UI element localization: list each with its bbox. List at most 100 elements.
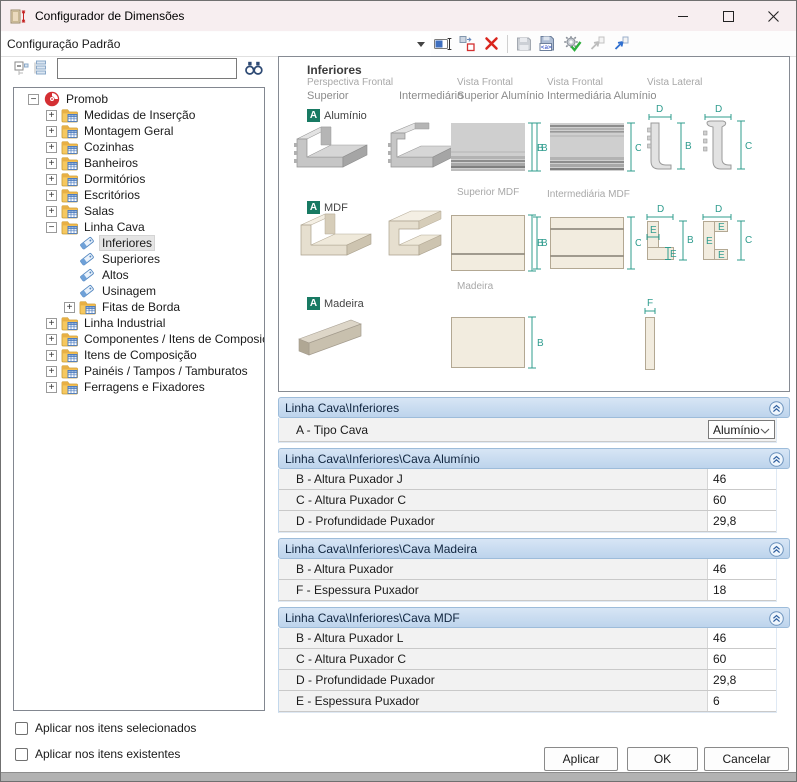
tree-expander-plus[interactable]: + (46, 126, 57, 137)
dim-letter: E (718, 222, 725, 233)
tree-expander-plus[interactable]: + (46, 350, 57, 361)
import-button-disabled[interactable] (584, 32, 608, 56)
tree-item[interactable]: Inferiores (14, 235, 264, 251)
delete-configuration-button[interactable] (479, 32, 503, 56)
promob-icon (42, 91, 61, 107)
property-value-field[interactable]: 60 (707, 649, 776, 669)
section-header[interactable]: Linha Cava\Inferiores\Cava MDF (278, 607, 790, 628)
collapse-all-button[interactable] (13, 58, 31, 78)
tree-expander-plus[interactable]: + (46, 366, 57, 377)
section-header[interactable]: Linha Cava\Inferiores\Cava Madeira (278, 538, 790, 559)
tree-item[interactable]: +Ferragens e Fixadores (14, 379, 264, 395)
property-value-field[interactable]: 18 (707, 580, 776, 600)
apply-configuration-button[interactable] (560, 32, 584, 56)
property-value-field[interactable]: 46 (707, 628, 776, 648)
tree-item[interactable]: Altos (14, 267, 264, 283)
tree-item[interactable]: + Salas (14, 203, 264, 219)
tipo-cava-select[interactable]: Alumínio (708, 420, 775, 439)
save-xml-button[interactable]: <a> (536, 32, 560, 56)
tag-icon (78, 235, 97, 251)
tree-expander-plus[interactable]: + (46, 190, 57, 201)
tree-item-label: Salas (82, 204, 116, 218)
property-label: B - Altura Puxador J (279, 472, 707, 486)
minimize-button[interactable] (661, 1, 706, 31)
apply-existing-items-checkbox[interactable] (15, 748, 28, 761)
dimension-configurator-icon (10, 7, 28, 25)
property-value-field[interactable]: 60 (707, 490, 776, 510)
collapse-section-icon[interactable] (769, 542, 784, 557)
svg-text:<a>: <a> (541, 44, 552, 51)
mdf-side-view-c: D E E E C (697, 203, 755, 277)
copy-configuration-button[interactable] (455, 32, 479, 56)
tree-item[interactable]: + Banheiros (14, 155, 264, 171)
binoculars-icon (245, 61, 263, 75)
property-value-field[interactable]: 29,8 (707, 670, 776, 690)
tree-search-input[interactable] (57, 58, 237, 79)
madeira-perspective (293, 307, 373, 363)
collapse-section-icon[interactable] (769, 611, 784, 626)
rename-configuration-button[interactable] (431, 32, 455, 56)
section-header[interactable]: Linha Cava\Inferiores (278, 397, 790, 418)
find-button[interactable] (243, 58, 265, 78)
dim-letter: B (687, 235, 694, 246)
property-value: 6 (713, 694, 720, 708)
apply-button[interactable]: Aplicar (544, 747, 618, 771)
tree-item[interactable]: +Dormitórios (14, 171, 264, 187)
tree-item[interactable]: +Fitas de Borda (14, 299, 264, 315)
save-button-disabled[interactable] (512, 32, 536, 56)
property-row: B - Altura Puxador46 (279, 559, 776, 580)
collapse-section-icon[interactable] (769, 401, 784, 416)
section-header[interactable]: Linha Cava\Inferiores\Cava Alumínio (278, 448, 790, 469)
tree-expander-minus[interactable]: − (28, 94, 39, 105)
export-button[interactable] (608, 32, 632, 56)
select-value: Alumínio (713, 423, 760, 437)
tree-item[interactable]: +Montagem Geral (14, 123, 264, 139)
tree-item[interactable]: +Cozinhas (14, 139, 264, 155)
tree-item[interactable]: +Componentes / Itens de Composição (14, 331, 264, 347)
tree-expander-plus[interactable]: + (46, 382, 57, 393)
tree-item[interactable]: −Linha Cava (14, 219, 264, 235)
property-label: B - Altura Puxador (279, 562, 707, 576)
cancel-button[interactable]: Cancelar (704, 747, 789, 771)
tree-expander-plus[interactable]: + (46, 174, 57, 185)
section-title: Linha Cava\Inferiores\Cava Alumínio (285, 452, 480, 466)
tree-expander-plus[interactable]: + (64, 302, 75, 313)
apply-selected-items-checkbox[interactable] (15, 722, 28, 735)
dialog-window: Configurador de Dimensões Configuração P… (0, 0, 797, 782)
property-value-field[interactable]: 46 (707, 559, 776, 579)
tree-item[interactable]: −Promob (14, 91, 264, 107)
tree-item-label: Altos (100, 268, 131, 282)
tree-expander-minus[interactable]: − (46, 222, 57, 233)
tree-expander-plus[interactable]: + (46, 142, 57, 153)
tree-item[interactable]: Superiores (14, 251, 264, 267)
tree-item-label: Banheiros (82, 156, 140, 170)
tree-item[interactable]: +Medidas de Inserção (14, 107, 264, 123)
collapse-section-icon[interactable] (769, 452, 784, 467)
configuration-select[interactable]: Configuração Padrão (1, 32, 431, 56)
tree-item-label: Usinagem (100, 284, 158, 298)
close-button[interactable] (751, 1, 796, 31)
maximize-button[interactable] (706, 1, 751, 31)
property-row: B - Altura Puxador L46 (279, 628, 776, 649)
tree-item[interactable]: Usinagem (14, 283, 264, 299)
property-section: Linha Cava\Inferiores A - Tipo Cava Alumín… (278, 397, 790, 443)
column-label: Intermediário (399, 90, 463, 102)
expand-all-button[interactable] (33, 58, 51, 78)
dim-letter: E (706, 236, 713, 247)
tree-expander-plus[interactable]: + (46, 206, 57, 217)
tree-item[interactable]: +Escritórios (14, 187, 264, 203)
property-value-field[interactable]: 29,8 (707, 511, 776, 531)
configuration-toolbar: Configuração Padrão <a> (1, 31, 796, 57)
tree-expander-plus[interactable]: + (46, 334, 57, 345)
property-value-field[interactable]: 46 (707, 469, 776, 489)
ok-button[interactable]: OK (627, 747, 698, 771)
tree-item[interactable]: +Linha Industrial (14, 315, 264, 331)
tree-expander-plus[interactable]: + (46, 158, 57, 169)
preview-title: Inferiores (307, 63, 362, 77)
property-value-field[interactable]: 6 (707, 691, 776, 711)
tree-expander-plus[interactable]: + (46, 110, 57, 121)
property-label: A - Tipo Cava (279, 423, 708, 437)
tree-expander-plus[interactable]: + (46, 318, 57, 329)
tree-item[interactable]: +Itens de Composição (14, 347, 264, 363)
tree-item[interactable]: +Painéis / Tampos / Tamburatos (14, 363, 264, 379)
